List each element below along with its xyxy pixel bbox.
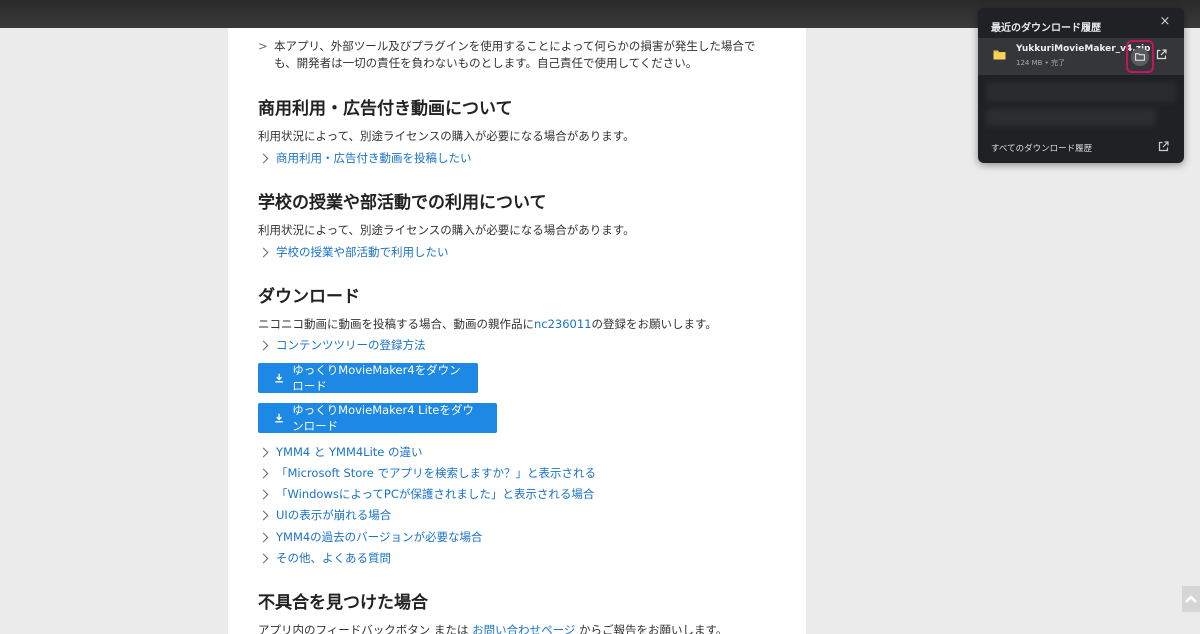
- scroll-to-top-button[interactable]: [1182, 586, 1200, 612]
- commercial-heading: 商用利用・広告付き動画について: [258, 99, 513, 119]
- chevron-right-icon: [258, 153, 269, 163]
- disclaimer-note: > 本アプリ、外部ツール及びプラグインを使用することによって何らかの損害が発生し…: [258, 38, 778, 72]
- commercial-text: 利用状況によって、別途ライセンスの購入が必要になる場合があります。: [258, 129, 635, 143]
- show-in-folder-button[interactable]: [1126, 40, 1154, 73]
- school-text: 利用状況によって、別途ライセンスの購入が必要になる場合があります。: [258, 223, 635, 237]
- blurred-download-item: [986, 108, 1156, 126]
- commercial-link-label: 商用利用・広告付き動画を投稿したい: [276, 151, 472, 165]
- chevron-up-icon: [1185, 595, 1197, 603]
- all-downloads-link[interactable]: すべてのダウンロード履歴: [991, 142, 1092, 154]
- download-ymm4-label: ゆっくりMovieMaker4をダウンロード: [292, 363, 461, 393]
- disclaimer-text: 本アプリ、外部ツール及びプラグインを使用することによって何らかの損害が発生した場…: [274, 39, 756, 70]
- faq-link-label: 「WindowsによってPCが保護されました」と表示される場合: [276, 487, 595, 501]
- contact-link[interactable]: お問い合わせページ: [472, 623, 575, 634]
- faq-link-label: YMM4の過去のバージョンが必要な場合: [276, 530, 483, 544]
- download-icon: [275, 413, 283, 423]
- downloads-panel-title: 最近のダウンロード履歴: [991, 23, 1101, 34]
- chevron-right-icon: [258, 532, 269, 542]
- chevron-right-icon: [258, 510, 269, 520]
- faq-link[interactable]: 「WindowsによってPCが保護されました」と表示される場合: [258, 486, 594, 502]
- commercial-link[interactable]: 商用利用・広告付き動画を投稿したい: [258, 150, 472, 166]
- faq-link[interactable]: 「Microsoft Store でアプリを検索しますか？」と表示される: [258, 465, 596, 481]
- chevron-right-icon: [258, 489, 269, 499]
- chevron-right-icon: [258, 340, 269, 350]
- download-ymm4-lite-button[interactable]: ゆっくりMovieMaker4 Liteをダウンロード: [258, 403, 497, 433]
- download-ymm4-lite-label: ゆっくりMovieMaker4 Liteをダウンロード: [292, 403, 474, 433]
- show-in-folder-circle: [1131, 47, 1149, 66]
- bugs-heading: 不具合を見つけた場合: [258, 593, 428, 613]
- download-text-part: ニコニコ動画に動画を投稿する場合、動画の親作品に: [258, 317, 534, 331]
- download-icon: [275, 373, 283, 383]
- downloads-panel: 最近のダウンロード履歴 × YukkuriMovieMaker_v4.zip 1…: [978, 8, 1184, 163]
- download-text: ニコニコ動画に動画を投稿する場合、動画の親作品にnc236011の登録をお願いし…: [258, 316, 717, 332]
- faq-link[interactable]: YMM4 と YMM4Lite の違い: [258, 444, 423, 460]
- school-link-label: 学校の授業や部活動で利用したい: [276, 245, 449, 259]
- web-page: > 本アプリ、外部ツール及びプラグインを使用することによって何らかの損害が発生し…: [228, 28, 806, 634]
- chevron-right-icon: [258, 447, 269, 457]
- chevron-right-icon: [258, 553, 269, 563]
- content-tree-link-label: コンテンツツリーの登録方法: [276, 338, 426, 352]
- open-external-icon[interactable]: [1158, 141, 1169, 152]
- faq-link-label: UIの表示が崩れる場合: [276, 508, 392, 522]
- faq-link[interactable]: UIの表示が崩れる場合: [258, 507, 391, 523]
- zip-folder-icon: [993, 50, 1006, 60]
- open-external-icon[interactable]: [1156, 49, 1167, 60]
- download-file-meta: 124 MB • 完了: [1016, 59, 1066, 67]
- bugs-text-part: アプリ内のフィードバックボタン または: [258, 623, 473, 634]
- folder-icon: [1135, 52, 1145, 61]
- faq-link-label: その他、よくある質問: [276, 551, 391, 565]
- blurred-download-item: [986, 82, 1176, 102]
- school-link[interactable]: 学校の授業や部活動で利用したい: [258, 244, 449, 260]
- download-item[interactable]: YukkuriMovieMaker_v4.zip 124 MB • 完了: [978, 38, 1184, 75]
- download-text-part: の登録をお願いします。: [591, 317, 717, 331]
- chevron-right-icon: [258, 468, 269, 478]
- faq-link-label: YMM4 と YMM4Lite の違い: [276, 445, 423, 459]
- bugs-text: アプリ内のフィードバックボタン または お問い合わせページ からご報告をお願いし…: [258, 622, 727, 634]
- download-heading: ダウンロード: [258, 287, 360, 307]
- content-tree-link[interactable]: コンテンツツリーの登録方法: [258, 337, 426, 353]
- chevron-right-icon: [258, 247, 269, 257]
- bullet-chevron: >: [258, 39, 268, 53]
- close-icon[interactable]: ×: [1158, 14, 1172, 29]
- faq-link-label: 「Microsoft Store でアプリを検索しますか？」と表示される: [276, 466, 597, 480]
- nc-link[interactable]: nc236011: [534, 317, 592, 331]
- download-ymm4-button[interactable]: ゆっくりMovieMaker4をダウンロード: [258, 363, 478, 393]
- faq-link[interactable]: YMM4の過去のバージョンが必要な場合: [258, 529, 482, 545]
- bugs-text-part: からご報告をお願いします。: [575, 623, 728, 634]
- faq-link[interactable]: その他、よくある質問: [258, 550, 391, 566]
- school-heading: 学校の授業や部活動での利用について: [258, 193, 547, 213]
